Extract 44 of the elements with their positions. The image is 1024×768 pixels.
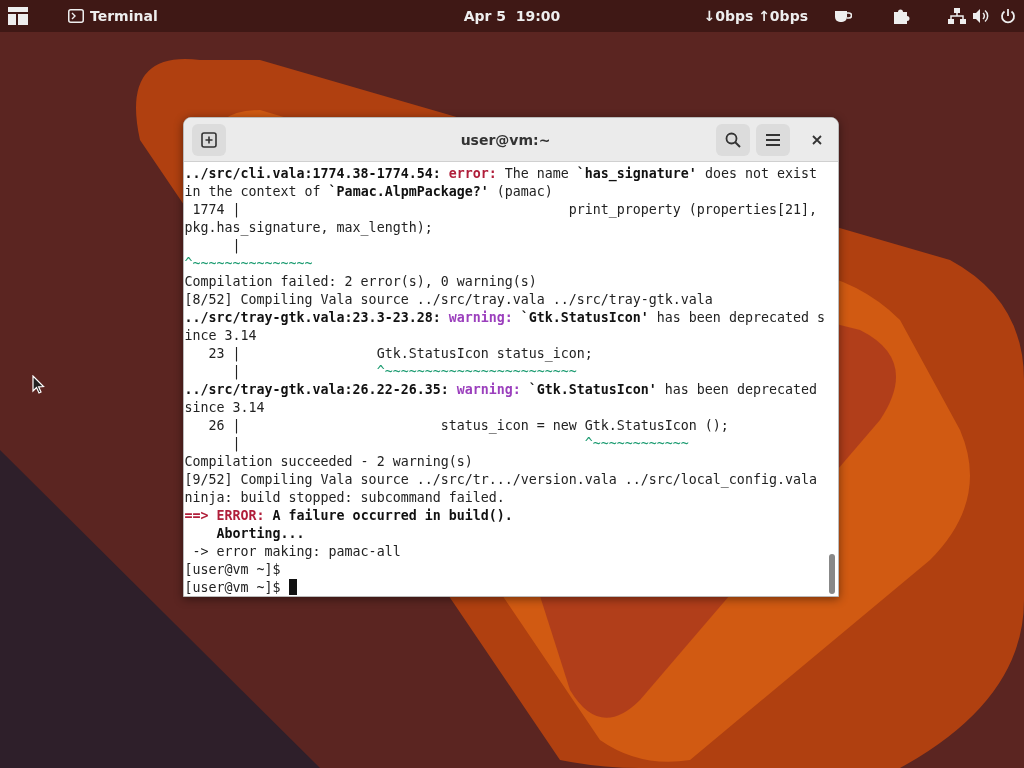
- terminal-line: -> error making: pamac-all: [191, 543, 402, 561]
- terminal-line: |: [231, 237, 242, 255]
- terminal-line: [9/52] Compiling Vala source ../src/tr.../version.vala ../src/local_config.vala: [184, 471, 818, 489]
- scrollbar-thumb[interactable]: [828, 554, 835, 594]
- search-button[interactable]: [715, 123, 750, 156]
- network-speed: ↓0bps ↑0bps: [703, 8, 808, 24]
- terminal-line: ../src/cli.vala:1774.38-1774.54: error: The name `has_signature' does not exist: [184, 165, 818, 183]
- power-icon[interactable]: [1000, 8, 1016, 24]
- terminal-line: Aborting...: [215, 525, 306, 543]
- terminal-icon[interactable]: [68, 9, 84, 23]
- app-menu-label[interactable]: Terminal: [90, 8, 158, 24]
- terminal-line: Compilation succeeded - 2 warning(s): [184, 453, 474, 471]
- plus-icon: [200, 131, 217, 148]
- mouse-pointer-icon: [32, 375, 45, 395]
- terminal-line: 23 | Gtk.StatusIcon status_icon;: [207, 345, 594, 363]
- cup-icon[interactable]: [834, 9, 852, 23]
- puzzle-piece-icon[interactable]: [892, 7, 910, 25]
- terminal-line: | ^~~~~~~~~~~~~: [231, 435, 690, 453]
- window-title: user@vm:~: [459, 131, 552, 148]
- new-tab-button[interactable]: [191, 123, 226, 156]
- search-icon: [724, 131, 741, 148]
- terminal-line: since 3.14: [184, 399, 266, 417]
- terminal-line: ../src/tray-gtk.vala:23.3-23.28: warning: `Gtk.StatusIcon' has been deprecated s: [184, 309, 824, 327]
- terminal-line: ../src/tray-gtk.vala:26.22-26.35: warning: `Gtk.StatusIcon' has been deprecated: [184, 381, 818, 399]
- terminal-line: in the context of `Pamac.AlpmPackage?' (pamac): [184, 183, 554, 201]
- terminal-line: ninja: build stopped: subcommand failed.: [184, 489, 506, 507]
- terminal-line: | ^~~~~~~~~~~~~~~~~~~~~~~~~: [231, 363, 578, 381]
- activities-icon[interactable]: [8, 7, 28, 25]
- terminal-line: Compilation failed: 2 error(s), 0 warning(s): [184, 273, 538, 291]
- terminal-line: ^~~~~~~~~~~~~~~~: [184, 255, 314, 273]
- terminal-line: [8/52] Compiling Vala source ../src/tray.vala ../src/tray-gtk.vala: [184, 291, 714, 309]
- terminal-line: pkg.has_signature, max_length);: [184, 219, 434, 237]
- terminal-line: [user@vm ~]$: [184, 579, 824, 596]
- clock[interactable]: Apr 5 19:00: [463, 8, 561, 24]
- terminal-line: ince 3.14: [184, 327, 258, 345]
- menu-icon: [764, 132, 781, 147]
- volume-icon[interactable]: [972, 8, 990, 24]
- terminal-line: ==> ERROR: A failure occurred in build().: [184, 507, 514, 525]
- terminal-line: 26 | status_icon = new Gtk.StatusIcon ();: [207, 417, 730, 435]
- menu-button[interactable]: [755, 123, 790, 156]
- terminal-line: 1774 | print_property (properties[21],: [191, 201, 818, 219]
- terminal-line: [user@vm ~]$: [184, 561, 282, 579]
- network-icon[interactable]: [948, 7, 966, 25]
- close-icon: [811, 134, 822, 145]
